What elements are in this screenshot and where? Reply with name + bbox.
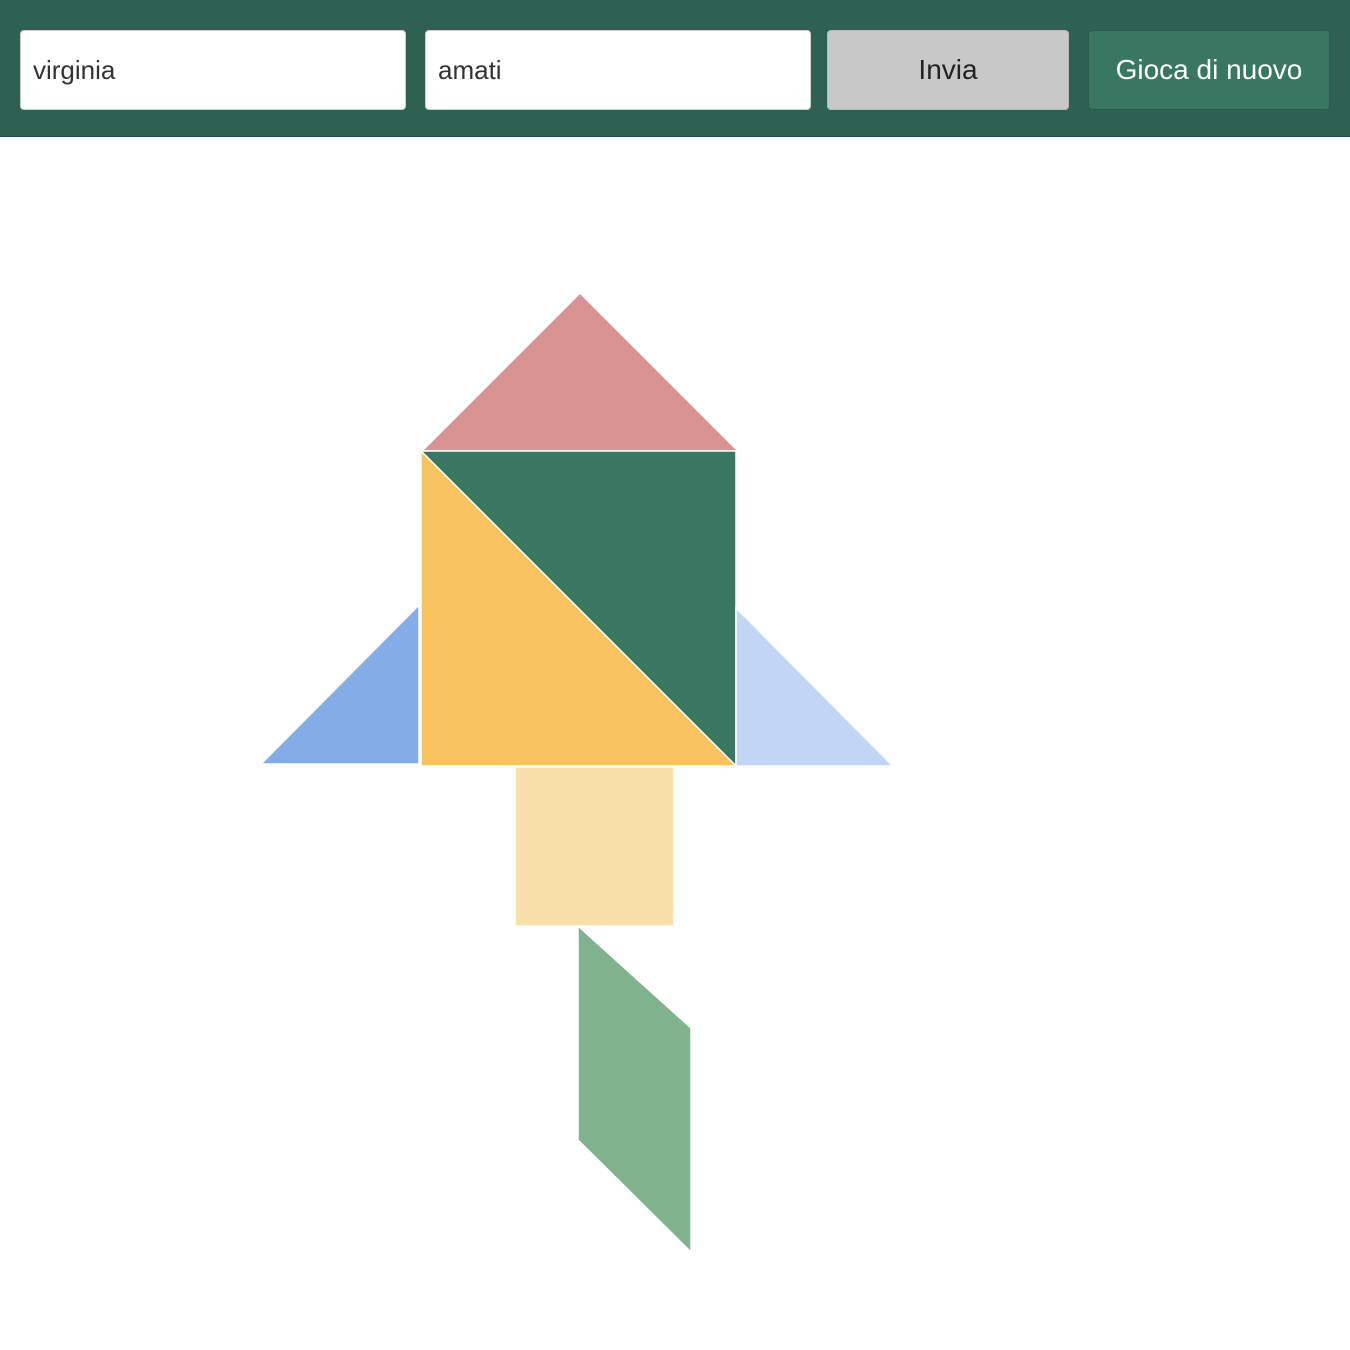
last-name-input[interactable] xyxy=(425,30,811,110)
tangram-piece-square[interactable] xyxy=(514,766,675,927)
tangram-piece-right-light-blue-triangle[interactable] xyxy=(735,606,895,767)
first-name-input[interactable] xyxy=(20,30,406,110)
tangram-piece-top-triangle[interactable] xyxy=(420,291,740,452)
tangram-canvas xyxy=(259,291,895,1254)
play-again-button[interactable]: Gioca di nuovo xyxy=(1088,30,1330,110)
tangram-piece-parallelogram[interactable] xyxy=(577,924,692,1254)
submit-button[interactable]: Invia xyxy=(827,30,1069,110)
tangram-board xyxy=(0,138,1350,1350)
tangram-piece-left-blue-triangle[interactable] xyxy=(259,603,420,765)
toolbar: Invia Gioca di nuovo xyxy=(0,0,1350,137)
